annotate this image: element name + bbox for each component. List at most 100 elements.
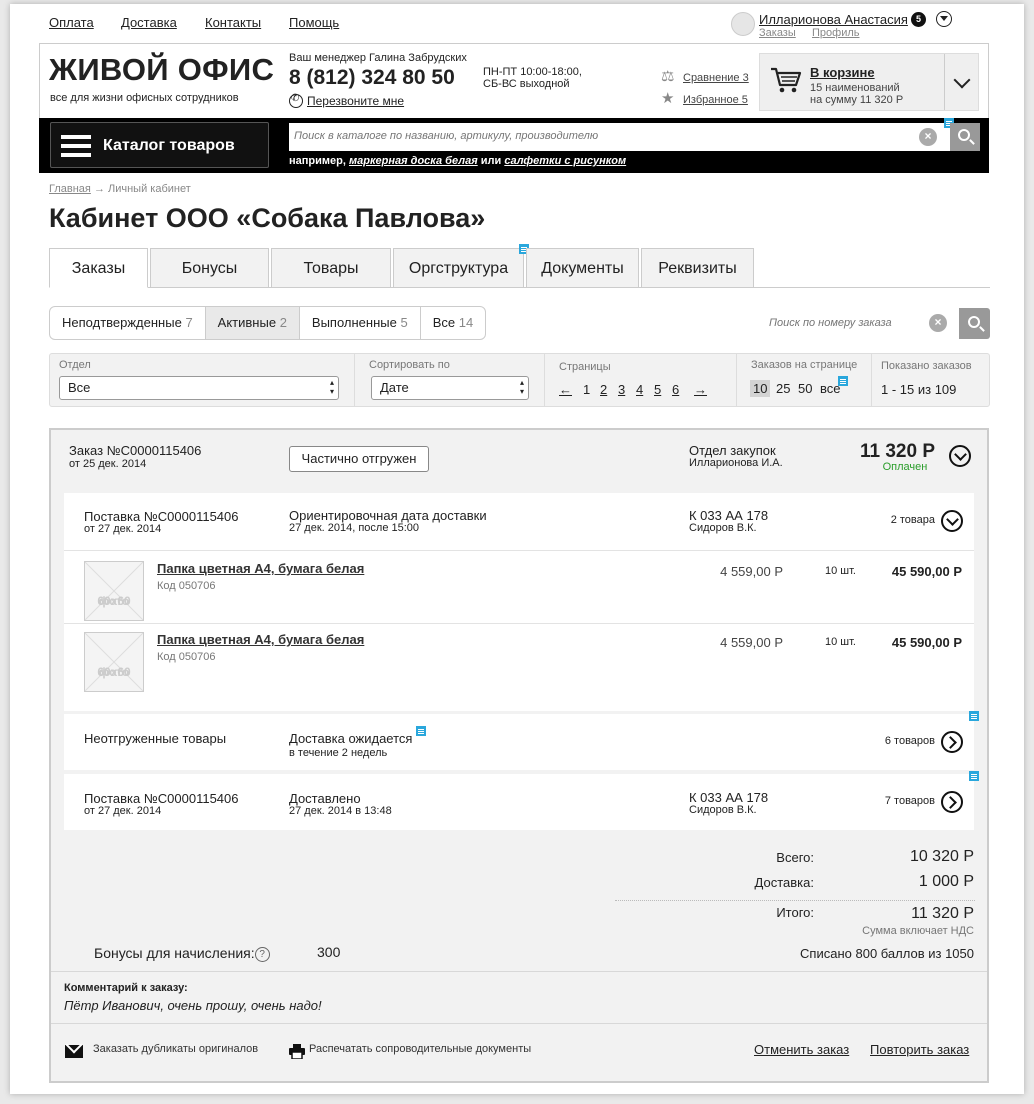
order-number: Заказ №С0000115406: [69, 443, 202, 458]
per-page-50[interactable]: 50: [795, 380, 815, 397]
page-2[interactable]: 2: [600, 382, 607, 397]
compare-label: Сравнение 3: [683, 72, 749, 84]
page-4[interactable]: 4: [636, 382, 643, 397]
page-prev[interactable]: ←: [559, 382, 572, 397]
page-3[interactable]: 3: [618, 382, 625, 397]
delivery-count: 7 товаров: [884, 795, 935, 807]
divider: [544, 354, 545, 406]
chevron-down-icon[interactable]: [949, 445, 971, 467]
order-date: от 25 дек. 2014: [69, 458, 147, 470]
product-name-link[interactable]: Папка цветная А4, бумага белая: [157, 561, 364, 576]
search-input[interactable]: [294, 123, 894, 149]
delivery-car: К 033 АА 178: [689, 790, 769, 805]
sort-select[interactable]: Дате: [371, 376, 529, 400]
search-example-link-2[interactable]: салфетки с рисунком: [504, 155, 626, 167]
repeat-order-link[interactable]: Повторить заказ: [870, 1042, 969, 1057]
page-next[interactable]: →: [694, 382, 707, 397]
breadcrumb-arrow: →: [93, 183, 105, 195]
unshipped-count: 6 товаров: [884, 735, 935, 747]
note-icon[interactable]: [416, 726, 426, 736]
avatar[interactable]: [731, 12, 755, 36]
tab-requisites[interactable]: Реквизиты: [641, 248, 754, 288]
note-icon[interactable]: [969, 711, 979, 721]
search-example-prefix: например,: [289, 155, 346, 167]
order-duplicates-link[interactable]: Заказать дубликаты оригиналов: [93, 1043, 258, 1055]
nav-link-contacts[interactable]: Контакты: [205, 15, 261, 30]
chevron-right-icon[interactable]: [941, 791, 963, 813]
chevron-down-icon[interactable]: [941, 510, 963, 532]
filter-active[interactable]: Активные 2: [205, 307, 300, 339]
delivery-date: от 27 дек. 2014: [84, 523, 162, 535]
help-icon[interactable]: ?: [254, 947, 270, 962]
comment-label: Комментарий к заказу:: [64, 982, 188, 994]
unshipped-title: Неотгруженные товары: [84, 731, 227, 746]
catalog-button[interactable]: Каталог товаров: [50, 122, 269, 168]
chevron-right-icon[interactable]: [941, 731, 963, 753]
delivery-info: Ориентировочная дата доставки: [289, 508, 487, 523]
tab-bonuses[interactable]: Бонусы: [150, 248, 269, 288]
delivery-driver: Сидоров В.К.: [689, 522, 757, 534]
user-menu-toggle-icon[interactable]: [936, 11, 952, 27]
order-status-badge[interactable]: Частично отгружен: [289, 446, 429, 472]
tab-documents[interactable]: Документы: [526, 248, 639, 288]
nav-link-payment[interactable]: Оплата: [49, 15, 94, 30]
search-example-or: или: [480, 155, 502, 167]
search-box: ×: [289, 123, 950, 151]
user-orders-link[interactable]: Заказы: [759, 27, 796, 39]
grand-total-value: 11 320 Р: [911, 905, 974, 922]
note-icon[interactable]: [969, 771, 979, 781]
clear-icon[interactable]: ×: [929, 314, 947, 332]
callback-link[interactable]: Перезвоните мне: [289, 93, 405, 108]
user-name-link[interactable]: Илларионова Анастасия: [759, 12, 908, 27]
order-dept: Отдел закупок: [689, 443, 776, 458]
cancel-order-link[interactable]: Отменить заказ: [754, 1042, 849, 1057]
page-1[interactable]: 1: [583, 382, 590, 397]
nav-link-delivery[interactable]: Доставка: [121, 15, 177, 30]
product-name-link[interactable]: Папка цветная А4, бумага белая: [157, 632, 364, 647]
star-icon: ★: [661, 90, 675, 107]
delivery-car: К 033 АА 178: [689, 508, 769, 523]
search-button[interactable]: [950, 123, 980, 151]
print-documents-link[interactable]: Распечатать сопроводительные документы: [309, 1043, 531, 1055]
breadcrumb-home[interactable]: Главная: [49, 183, 91, 195]
subtotal-value: 10 320 Р: [909, 848, 974, 865]
phone-icon: [289, 93, 303, 108]
user-profile-link[interactable]: Профиль: [812, 27, 860, 39]
user-notification-badge: 5: [911, 12, 926, 27]
divider: [64, 550, 974, 551]
tab-products[interactable]: Товары: [271, 248, 391, 288]
clear-icon[interactable]: ×: [919, 128, 937, 146]
nav-link-help[interactable]: Помощь: [289, 15, 339, 30]
note-icon[interactable]: [838, 376, 848, 386]
page-6[interactable]: 6: [672, 382, 679, 397]
compare-link[interactable]: ⚖ Сравнение 3: [661, 67, 749, 85]
favorites-link[interactable]: ★ Избранное 5: [661, 89, 748, 107]
scales-icon: ⚖: [661, 68, 675, 85]
cart-widget[interactable]: В корзине 15 наименований на сумму 11 32…: [759, 53, 979, 111]
callback-label: Перезвоните мне: [307, 94, 405, 108]
order-search-input[interactable]: [769, 310, 919, 336]
per-page-label: Заказов на странице: [751, 359, 858, 371]
dept-select[interactable]: Все: [59, 376, 339, 400]
delivery-driver: Сидоров В.К.: [689, 804, 757, 816]
search-example-link-1[interactable]: маркерная доска белая: [349, 155, 478, 167]
chevron-down-icon[interactable]: [953, 71, 971, 89]
per-page-10[interactable]: 10: [750, 380, 771, 397]
product-photo-placeholder: фото 60x60: [84, 632, 144, 692]
order-search-button[interactable]: [959, 308, 990, 339]
per-page-25[interactable]: 25: [773, 380, 793, 397]
order-person: Илларионова И.А.: [689, 457, 783, 469]
tab-orders[interactable]: Заказы: [49, 248, 148, 288]
cart-total: на сумму 11 320 Р: [810, 94, 904, 106]
filter-completed[interactable]: Выполненные 5: [300, 307, 421, 339]
page-5[interactable]: 5: [654, 382, 661, 397]
tab-org-structure[interactable]: Оргструктура: [393, 248, 524, 288]
work-hours-weekdays: ПН-ПТ 10:00-18:00,: [483, 66, 582, 78]
divider: [736, 354, 737, 406]
cart-items-count: 15 наименований: [810, 82, 900, 94]
filter-all[interactable]: Все 14: [421, 307, 485, 339]
logo[interactable]: ЖИВОЙ ОФИС: [49, 52, 274, 88]
bonus-label-text: Бонусы для начисления:: [94, 945, 255, 961]
order-comment: Пётр Иванович, очень прошу, очень надо!: [64, 998, 322, 1013]
filter-unconfirmed[interactable]: Неподтвержденные 7: [50, 307, 206, 339]
